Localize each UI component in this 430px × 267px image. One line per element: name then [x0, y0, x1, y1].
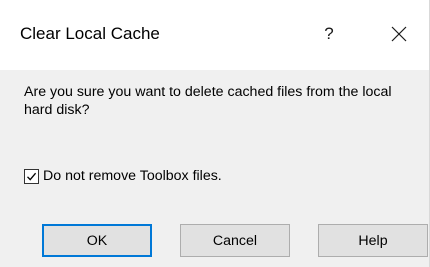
dialog-title-bar: Clear Local Cache ?: [0, 0, 429, 70]
checkmark-icon: [27, 172, 37, 181]
keep-toolbox-files-option[interactable]: Do not remove Toolbox files.: [24, 167, 222, 185]
help-button-label: Help: [358, 232, 388, 249]
dialog-content: Are you sure you want to delete cached f…: [0, 70, 429, 267]
cancel-button[interactable]: Cancel: [180, 224, 290, 257]
cancel-button-label: Cancel: [212, 232, 258, 249]
question-mark-icon: ?: [324, 24, 334, 43]
clear-local-cache-dialog: Clear Local Cache ? Are you sure you wan…: [0, 0, 430, 267]
help-button[interactable]: Help: [318, 224, 428, 257]
dialog-title: Clear Local Cache: [20, 24, 160, 43]
ok-button-label: OK: [86, 232, 108, 249]
confirmation-message: Are you sure you want to delete cached f…: [24, 84, 392, 118]
ok-button[interactable]: OK: [42, 224, 152, 257]
close-icon: [391, 26, 407, 42]
keep-toolbox-files-checkbox[interactable]: [24, 168, 39, 184]
title-help-button[interactable]: ?: [312, 16, 346, 52]
keep-toolbox-files-label: Do not remove Toolbox files.: [43, 168, 222, 184]
close-button[interactable]: [382, 16, 416, 52]
